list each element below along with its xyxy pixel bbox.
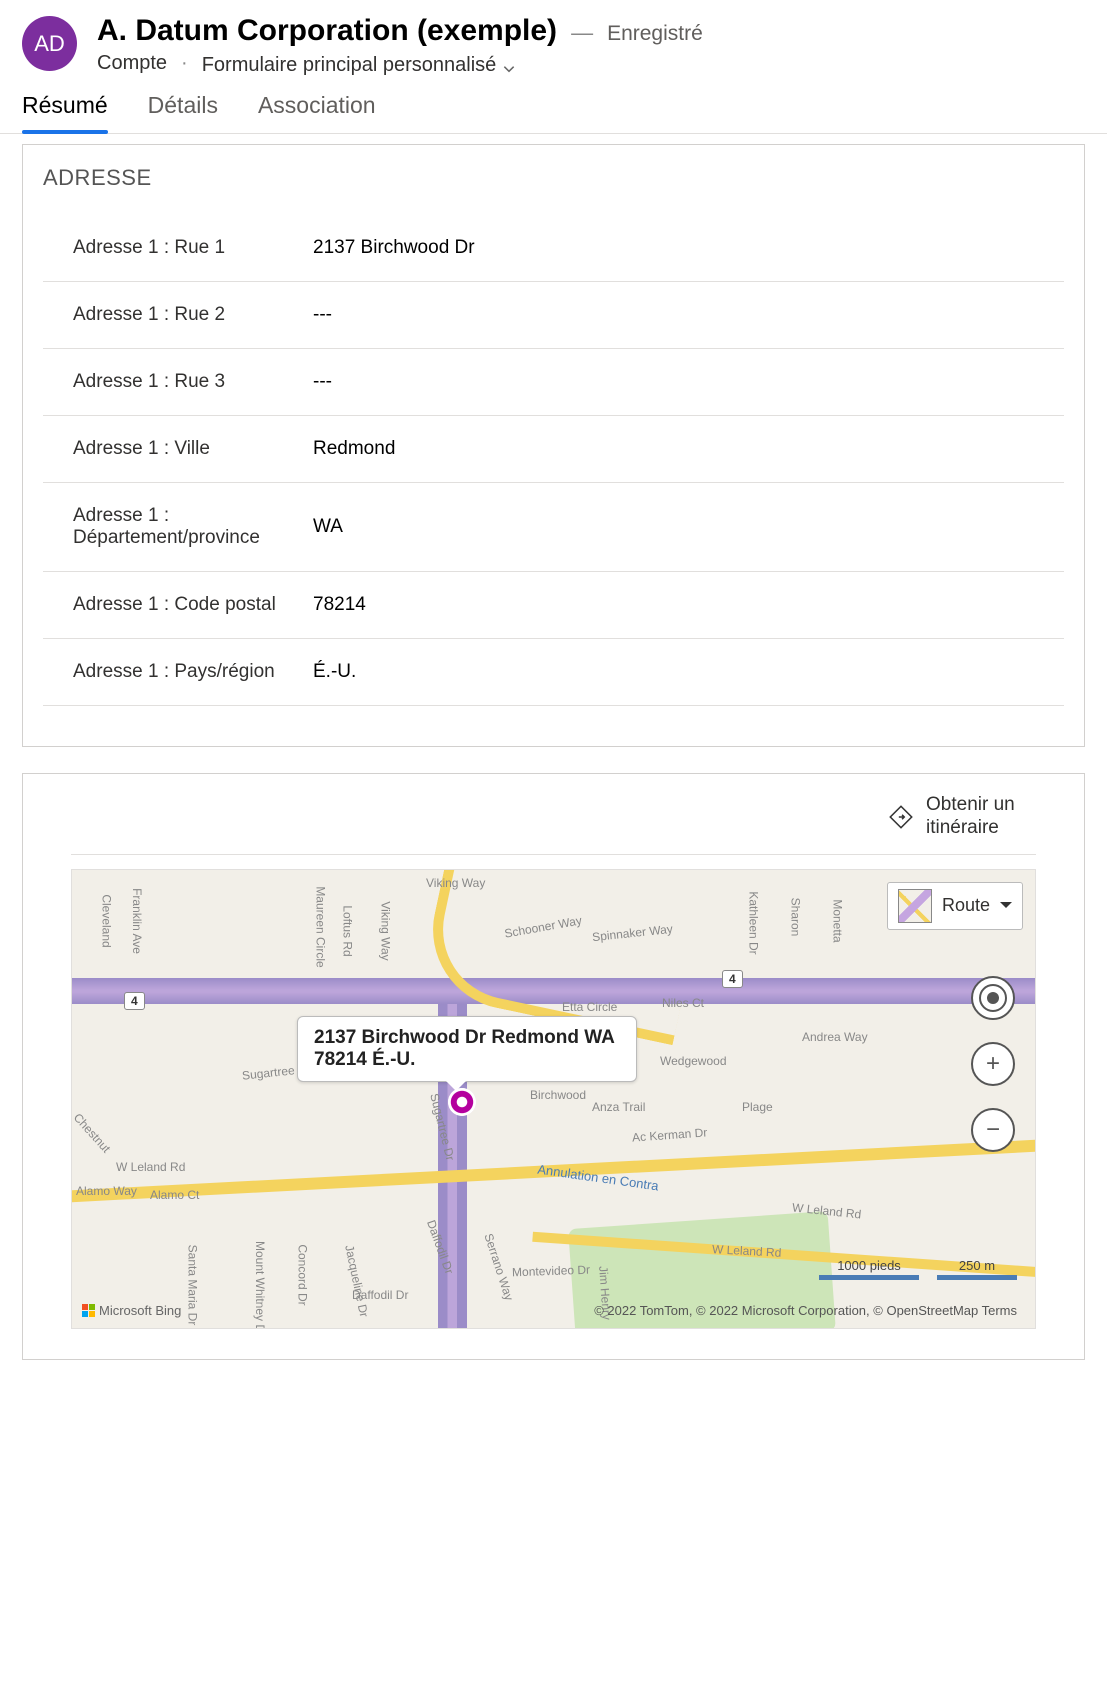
road-label: Andrea Way: [802, 1030, 868, 1044]
zoom-in-button[interactable]: +: [971, 1042, 1015, 1086]
scale-bar: [937, 1275, 1017, 1280]
scale-label-ft: 1000 pieds: [837, 1258, 901, 1273]
field-label: Adresse 1 : Rue 2: [73, 304, 293, 326]
road-label: Loftus Rd: [341, 905, 355, 956]
chevron-down-icon: [502, 59, 516, 73]
form-selector[interactable]: Formulaire principal personnalisé: [202, 52, 517, 78]
map-style-selector[interactable]: Route: [887, 882, 1023, 930]
road-label: Viking Way: [426, 876, 485, 890]
road-label: Wedgewood: [660, 1054, 727, 1068]
road-label: Maureen Circle: [314, 886, 328, 967]
field-value: WA: [313, 516, 1034, 538]
map-logo: Microsoft Bing: [82, 1303, 181, 1318]
tab-details[interactable]: Détails: [148, 92, 218, 133]
scale-bar: [819, 1275, 919, 1280]
road-label: Etta Circle: [562, 1000, 617, 1014]
road-label: Anza Trail: [592, 1100, 645, 1114]
title-separator: —: [571, 20, 593, 46]
road-label: Franklin Ave: [130, 888, 144, 954]
road-label: Mount Whitney Dr: [253, 1241, 267, 1329]
field-city[interactable]: Adresse 1 : Ville Redmond: [43, 416, 1064, 483]
map-scale: 1000 pieds 250 m: [819, 1258, 1017, 1280]
field-value: ---: [313, 371, 1034, 393]
page-title: A. Datum Corporation (exemple): [97, 14, 557, 48]
field-country[interactable]: Adresse 1 : Pays/région É.-U.: [43, 639, 1064, 706]
highway-shield: 4: [124, 992, 145, 1010]
map[interactable]: 4 4 Viking Way Schooner Way Spinnaker Wa…: [71, 869, 1036, 1329]
map-style-label: Route: [942, 895, 990, 916]
map-zoom-controls: + −: [971, 976, 1015, 1152]
field-label: Adresse 1 : Ville: [73, 438, 293, 460]
zoom-out-button[interactable]: −: [971, 1108, 1015, 1152]
road-label: Alamo Way: [76, 1184, 137, 1198]
form-selector-label: Formulaire principal personnalisé: [202, 52, 497, 78]
address-card: ADRESSE Adresse 1 : Rue 1 2137 Birchwood…: [22, 144, 1085, 747]
tab-association[interactable]: Association: [258, 92, 376, 133]
caret-down-icon: [1000, 902, 1012, 914]
tab-bar: Résumé Détails Association: [0, 84, 1107, 134]
road-label: W Leland Rd: [712, 1242, 782, 1260]
map-attribution[interactable]: © 2022 TomTom, © 2022 Microsoft Corporat…: [594, 1303, 1017, 1318]
road-label: Montevideo Dr: [512, 1262, 590, 1279]
map-logo-text: Microsoft Bing: [99, 1303, 181, 1318]
road-label: W Leland Rd: [116, 1160, 185, 1174]
tab-resume[interactable]: Résumé: [22, 92, 108, 133]
field-street-2[interactable]: Adresse 1 : Rue 2 ---: [43, 282, 1064, 349]
avatar: AD: [22, 16, 77, 71]
road-label: Monetta: [831, 899, 845, 942]
field-value: Redmond: [313, 438, 1034, 460]
directions-link[interactable]: Obtenir un itinéraire: [926, 794, 1036, 840]
road-label: Concord Dr: [296, 1244, 310, 1305]
road-label: Plage: [742, 1100, 773, 1114]
field-state[interactable]: Adresse 1 : Département/province WA: [43, 483, 1064, 572]
highway-shield: 4: [722, 970, 743, 988]
field-postal[interactable]: Adresse 1 : Code postal 78214: [43, 572, 1064, 639]
road-label: Daffodil Dr: [352, 1288, 408, 1302]
field-value: 78214: [313, 594, 1034, 616]
field-street-1[interactable]: Adresse 1 : Rue 1 2137 Birchwood Dr: [43, 215, 1064, 282]
road-label: Niles Ct: [662, 996, 704, 1010]
map-pin[interactable]: [448, 1088, 476, 1116]
field-label: Adresse 1 : Département/province: [73, 505, 293, 549]
map-card: Obtenir un itinéraire 4 4 Viking Way Sch…: [22, 773, 1085, 1360]
field-label: Adresse 1 : Rue 1: [73, 237, 293, 259]
road-label: Cleveland: [100, 894, 114, 947]
dot-separator: ·: [181, 52, 188, 75]
road-label: Alamo Ct: [150, 1188, 199, 1202]
road-label: Viking Way: [379, 901, 393, 960]
entity-type: Compte: [97, 52, 167, 75]
directions-icon: [888, 804, 914, 830]
map-style-icon: [898, 889, 932, 923]
address-section-title: ADRESSE: [43, 165, 1064, 191]
field-label: Adresse 1 : Pays/région: [73, 661, 293, 683]
road-label: Birchwood: [530, 1088, 586, 1102]
field-label: Adresse 1 : Code postal: [73, 594, 293, 616]
scale-label-m: 250 m: [959, 1258, 995, 1273]
road-label: Santa Maria Dr: [185, 1244, 199, 1325]
field-label: Adresse 1 : Rue 3: [73, 371, 293, 393]
save-status: Enregistré: [607, 22, 703, 46]
road-label: Sharon: [788, 897, 802, 936]
field-value: É.-U.: [313, 661, 1034, 683]
microsoft-icon: [82, 1304, 95, 1317]
field-value: ---: [313, 304, 1034, 326]
map-pin-tooltip: 2137 Birchwood Dr Redmond WA 78214 É.-U.: [297, 1016, 637, 1082]
field-value: 2137 Birchwood Dr: [313, 237, 1034, 259]
road-label: Kathleen Dr: [747, 891, 761, 954]
field-street-3[interactable]: Adresse 1 : Rue 3 ---: [43, 349, 1064, 416]
locate-button[interactable]: [971, 976, 1015, 1020]
